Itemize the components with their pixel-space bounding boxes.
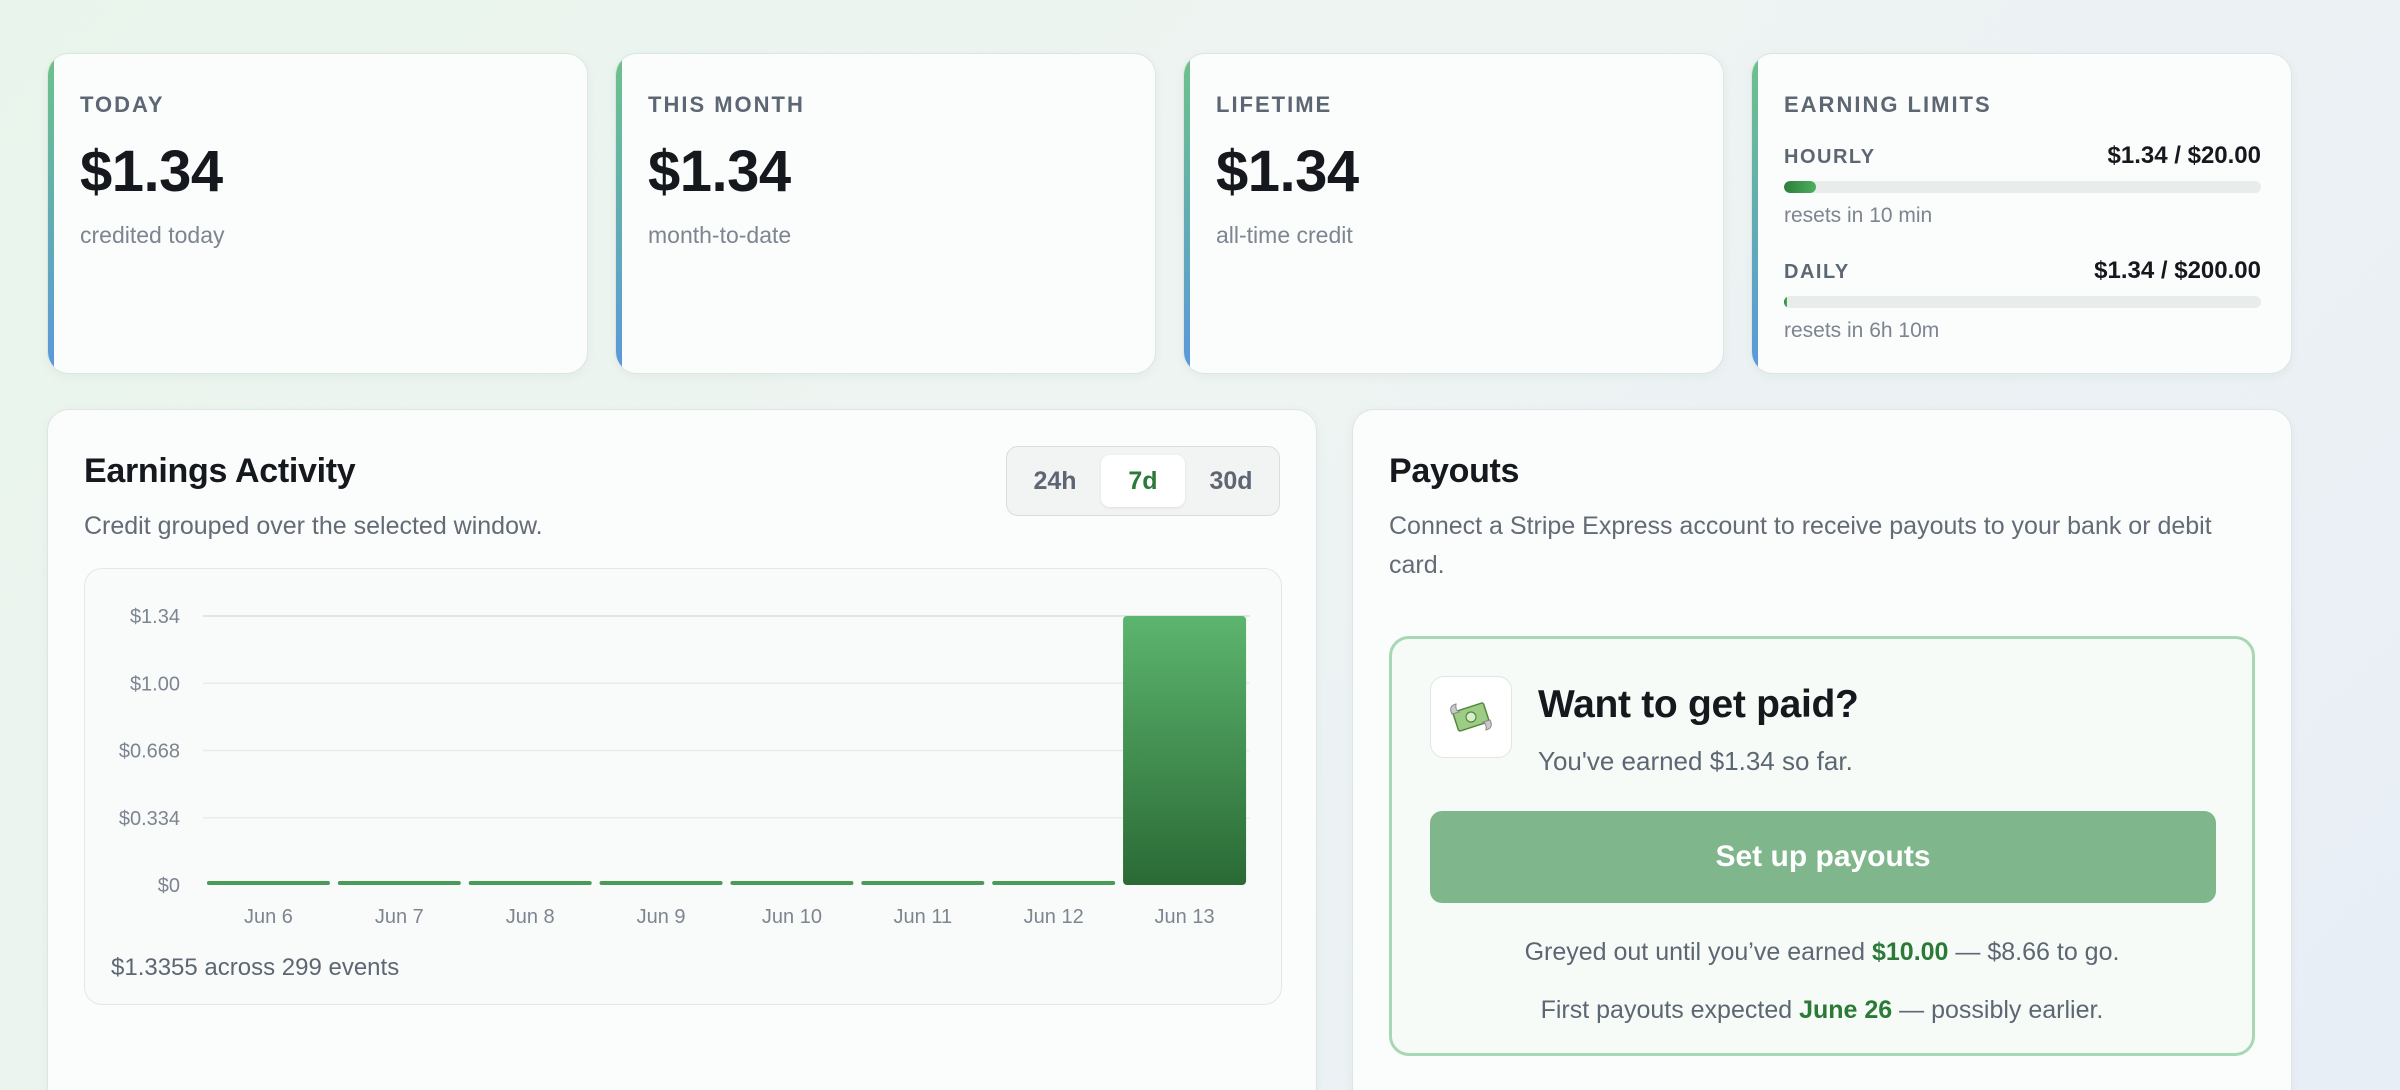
- bar-jun-7: [337, 881, 461, 885]
- earning-limits-card: EARNING LIMITS HOURLY $1.34 / $20.00 res…: [1751, 53, 2292, 374]
- payouts-panel: Payouts Connect a Stripe Express account…: [1352, 409, 2292, 1090]
- panel-title: Earnings Activity: [84, 452, 356, 490]
- set-up-payouts-button[interactable]: Set up payouts: [1430, 811, 2216, 903]
- y-tick-label: $0.334: [119, 808, 180, 830]
- promo-subtitle: You've earned $1.34 so far.: [1538, 746, 1853, 776]
- expected-suffix: — possibly earlier.: [1892, 996, 2104, 1024]
- earnings-activity-panel: Earnings Activity Credit grouped over th…: [47, 409, 1317, 1090]
- x-tick-label: Jun 9: [637, 906, 686, 928]
- bar-jun-11: [861, 881, 985, 885]
- bar-jun-8: [468, 881, 592, 885]
- panel-description: Connect a Stripe Express account to rece…: [1389, 512, 2212, 579]
- panel-title: Payouts: [1389, 452, 1520, 490]
- x-tick-label: Jun 7: [375, 906, 424, 928]
- stat-value: $1.34: [80, 139, 223, 204]
- stat-value: $1.34: [648, 139, 791, 204]
- chart-summary: $1.3355 across 299 events: [111, 954, 400, 981]
- expected-date: June 26: [1799, 996, 1893, 1024]
- range-30d-button[interactable]: 30d: [1189, 455, 1273, 507]
- x-tick-label: Jun 11: [894, 906, 953, 928]
- daily-limit-progress: [1784, 296, 2261, 308]
- y-tick-label: $1.34: [130, 606, 180, 628]
- stat-card-lifetime: LIFETIME $1.34 all-time credit: [1183, 53, 1724, 374]
- threshold-prefix: Greyed out until you’ve earned: [1524, 938, 1872, 966]
- hourly-limit-fill: [1784, 181, 1816, 193]
- promo-title: Want to get paid?: [1538, 683, 1859, 726]
- bar-jun-12: [992, 881, 1116, 885]
- hourly-limit-label: HOURLY: [1784, 146, 1876, 168]
- hourly-limit-progress: [1784, 181, 2261, 193]
- bar-jun-6: [206, 881, 330, 885]
- stat-card-this-month: THIS MONTH $1.34 month-to-date: [615, 53, 1156, 374]
- daily-limit-value: $1.34 / $200.00: [2094, 257, 2261, 284]
- bar-jun-9: [599, 881, 723, 885]
- x-tick-label: Jun 6: [244, 906, 293, 928]
- bar-jun-13: [1123, 616, 1247, 885]
- daily-limit-fill: [1784, 296, 1788, 308]
- hourly-limit-value: $1.34 / $20.00: [2107, 142, 2261, 169]
- threshold-suffix: — $8.66 to go.: [1948, 938, 2120, 966]
- y-tick-label: $1.00: [130, 673, 180, 695]
- payout-promo-box: Want to get paid? You've earned $1.34 so…: [1389, 636, 2255, 1056]
- bar-jun-10: [730, 881, 854, 885]
- payout-expected-note: First payouts expected June 26 — possibl…: [1392, 996, 2252, 1025]
- earning-limits-title: EARNING LIMITS: [1784, 92, 1992, 117]
- range-7d-button[interactable]: 7d: [1101, 455, 1185, 507]
- daily-limit-reset: resets in 6h 10m: [1784, 319, 1940, 342]
- hourly-limit-reset: resets in 10 min: [1784, 204, 1933, 227]
- stat-value: $1.34: [1216, 139, 1359, 204]
- stat-card-today: TODAY $1.34 credited today: [47, 53, 588, 374]
- bar-chart-svg: $0 $0.334 $0.668 $1.00 $1.34 Jun 6 Jun 7 Jun 8 J…: [119, 606, 1250, 928]
- payout-threshold-note: Greyed out until you’ve earned $10.00 — …: [1392, 938, 2252, 967]
- expected-prefix: First payouts expected: [1540, 996, 1800, 1024]
- daily-limit-label: DAILY: [1784, 261, 1850, 283]
- y-tick-label: $0.668: [119, 741, 180, 763]
- range-24h-button[interactable]: 24h: [1015, 455, 1095, 507]
- time-range-selector: 24h 7d 30d: [1006, 446, 1280, 516]
- panel-description: Credit grouped over the selected window.: [84, 512, 543, 540]
- stat-subtitle: month-to-date: [648, 222, 792, 248]
- stat-subtitle: all-time credit: [1216, 222, 1353, 248]
- stat-subtitle: credited today: [80, 222, 225, 248]
- earnings-chart: $0 $0.334 $0.668 $1.00 $1.34 Jun 6 Jun 7 Jun 8 J…: [84, 568, 1282, 1005]
- threshold-amount: $10.00: [1872, 938, 1949, 966]
- money-with-wings-icon: [1430, 676, 1512, 758]
- stat-label: LIFETIME: [1216, 92, 1333, 117]
- y-tick-label: $0: [158, 875, 180, 897]
- x-tick-label: Jun 12: [1024, 906, 1084, 928]
- x-tick-label: Jun 8: [506, 906, 555, 928]
- x-tick-label: Jun 13: [1155, 906, 1215, 928]
- stat-label: THIS MONTH: [648, 92, 805, 117]
- x-tick-label: Jun 10: [762, 906, 822, 928]
- stat-label: TODAY: [80, 92, 165, 117]
